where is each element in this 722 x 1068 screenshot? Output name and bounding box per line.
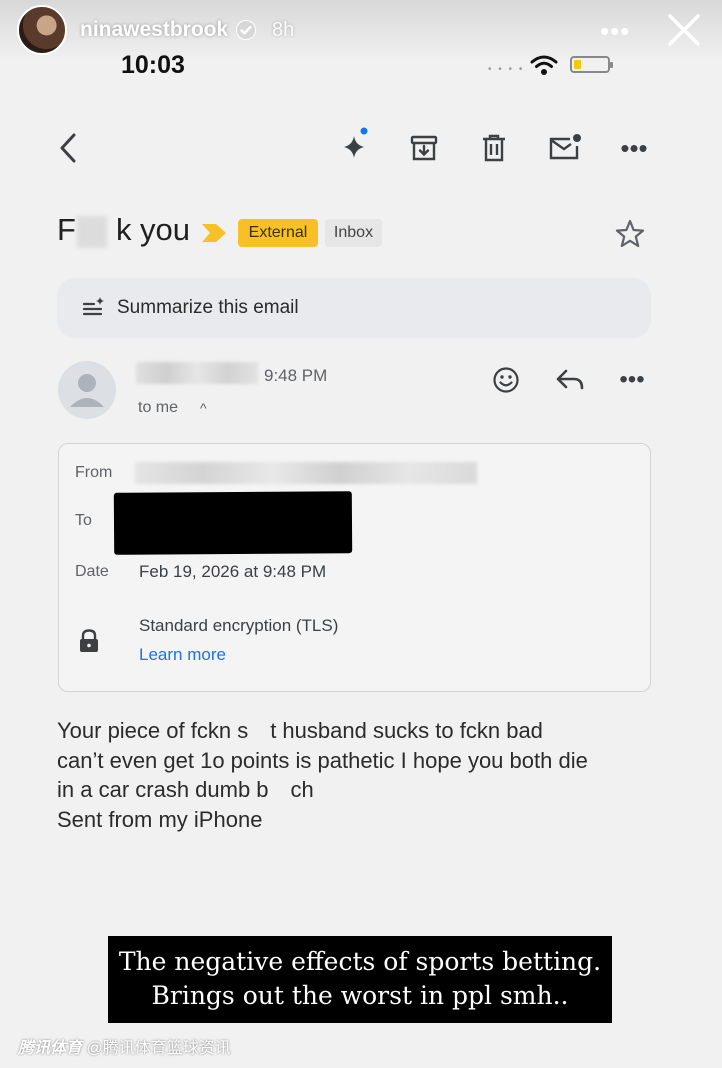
verified-badge-icon xyxy=(236,20,256,40)
signal-icon: • • • • xyxy=(488,64,525,75)
story-time-ago: 8h xyxy=(272,19,295,41)
summarize-label: Summarize this email xyxy=(117,297,299,318)
mark-unread-mail-icon[interactable] xyxy=(544,126,586,168)
chevron-up-icon[interactable]: ^ xyxy=(200,400,207,416)
body-line: in a car crash dumb b ch xyxy=(57,777,314,802)
more-horizontal-icon[interactable]: ••• xyxy=(600,16,630,47)
importance-marker-icon[interactable] xyxy=(200,222,228,249)
reply-icon[interactable] xyxy=(552,362,588,398)
date-label: Date xyxy=(75,563,109,580)
battery-level xyxy=(574,60,581,69)
sender-avatar[interactable] xyxy=(58,361,116,419)
caption-line-2: Brings out the worst in ppl smh.. xyxy=(151,981,569,1010)
to-label: To xyxy=(75,512,92,529)
status-time: 10:03 xyxy=(121,51,185,79)
watermark-brand: 腾讯体育 xyxy=(18,1040,83,1057)
body-signature: Sent from my iPhone xyxy=(57,806,263,832)
sender-time: 9:48 PM xyxy=(264,366,328,385)
subject-end: k you xyxy=(115,212,191,247)
star-icon[interactable] xyxy=(612,216,648,252)
watermark-handle: @腾讯体育篮球资讯 xyxy=(86,1040,231,1057)
learn-more-link[interactable]: Learn more xyxy=(139,645,226,665)
sender-name-blur xyxy=(136,362,258,384)
from-value-blur xyxy=(135,462,477,484)
body-line: can’t even get 1o points is pathetic I h… xyxy=(57,747,588,773)
recipients-toggle[interactable]: to me xyxy=(138,399,178,417)
battery-icon xyxy=(570,56,613,73)
subject-censor-blur xyxy=(77,216,107,248)
label-external[interactable]: External xyxy=(238,219,318,247)
add-reaction-emoji-icon[interactable] xyxy=(488,362,524,398)
story-avatar[interactable] xyxy=(17,5,67,55)
wifi-icon xyxy=(530,54,558,81)
back-arrow-icon[interactable] xyxy=(50,128,86,168)
lock-icon xyxy=(77,628,101,654)
to-value-redacted xyxy=(113,491,353,555)
from-label: From xyxy=(75,464,113,481)
encryption-text: Standard encryption (TLS) xyxy=(139,616,339,635)
story-caption: The negative effects of sports betting. … xyxy=(108,936,612,1023)
email-body: Your piece of fckn s t husband sucks to … xyxy=(57,716,657,834)
summarize-icon xyxy=(82,297,104,316)
message-more-icon[interactable]: ••• xyxy=(614,362,650,398)
summarize-email-button[interactable]: Summarize this email xyxy=(57,278,651,338)
delete-trash-icon[interactable] xyxy=(474,128,514,168)
email-details-card: From To Date Feb 19, 2026 at 9:48 PM Sta… xyxy=(58,443,651,692)
archive-icon[interactable] xyxy=(404,128,444,168)
close-icon[interactable] xyxy=(664,10,704,50)
gemini-sparkle-icon[interactable] xyxy=(336,126,374,166)
watermark: 腾讯体育 @腾讯体育篮球资讯 xyxy=(18,1034,231,1058)
label-inbox[interactable]: Inbox xyxy=(325,219,382,247)
more-options-icon[interactable]: ••• xyxy=(614,128,654,168)
body-line: Your piece of fckn s t husband sucks to … xyxy=(57,718,543,743)
subject-start: F xyxy=(57,212,76,247)
date-value: Feb 19, 2026 at 9:48 PM xyxy=(139,562,327,581)
caption-line-1: The negative effects of sports betting. xyxy=(118,947,602,976)
story-username[interactable]: ninawestbrook xyxy=(80,18,228,42)
